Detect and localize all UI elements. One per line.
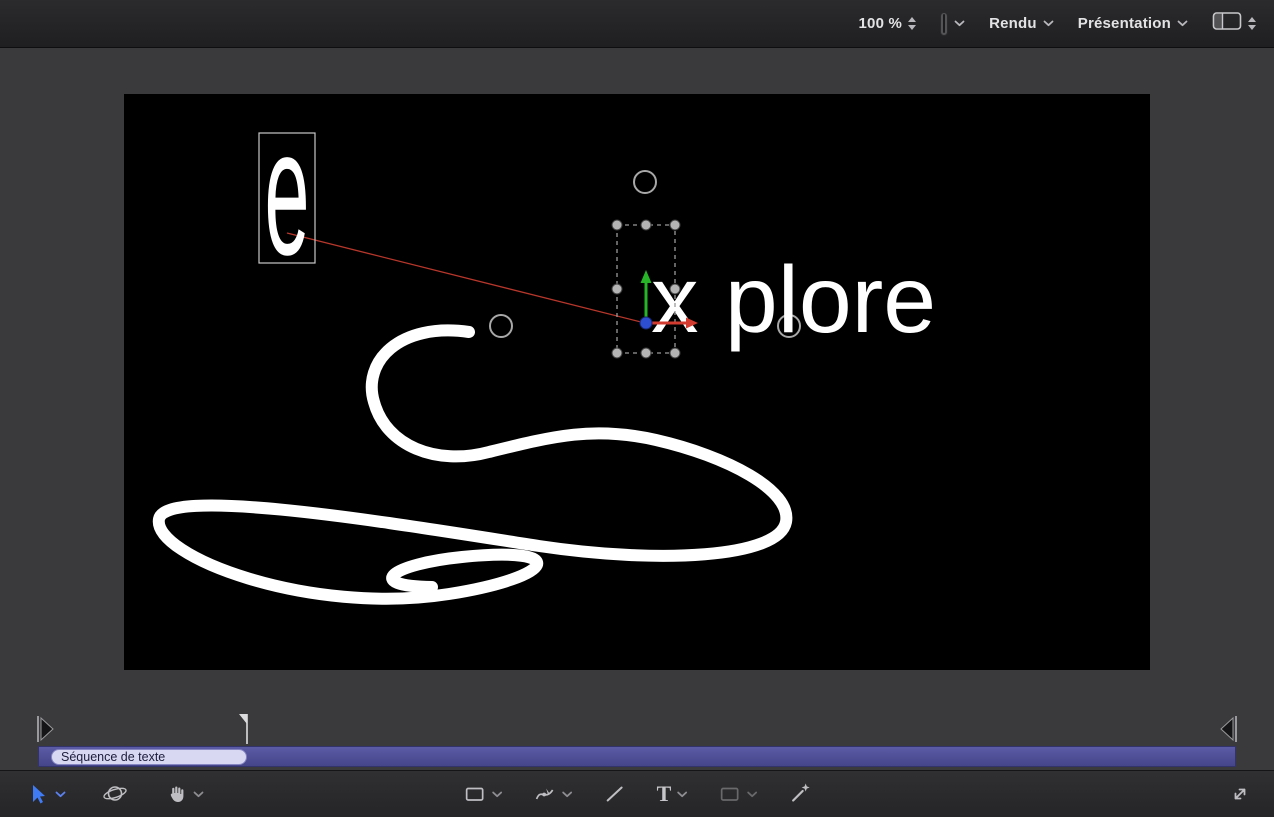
rectangle-tool-button[interactable] (463, 782, 503, 806)
line-icon (603, 782, 627, 806)
title-text[interactable]: x plore (651, 247, 936, 353)
text-tool-button[interactable]: T (657, 783, 688, 805)
hand-icon (164, 782, 188, 806)
y-axis-arrowhead (641, 270, 652, 283)
anchor-point[interactable] (640, 317, 652, 329)
mask-rectangle-icon (717, 782, 741, 806)
chevron-down-icon (55, 791, 66, 798)
sequence-label-box[interactable]: Séquence de texte (51, 749, 247, 765)
expand-arrows-icon (1228, 782, 1252, 806)
render-dropdown[interactable]: Rendu (989, 15, 1054, 32)
zoom-stepper[interactable] (908, 17, 916, 30)
transform-3d-tool-button[interactable] (102, 782, 128, 806)
channel-dropdown[interactable] (940, 12, 965, 36)
pan-tool-button[interactable] (164, 782, 204, 806)
top-toolbar: 100 % Rendu Présentation (0, 0, 1274, 48)
motion-path-line (287, 233, 645, 323)
zoom-control[interactable]: 100 % (859, 15, 917, 32)
timeline-bar[interactable]: Séquence de texte (38, 746, 1236, 767)
rectangle-icon (463, 782, 487, 806)
mask-tool-button[interactable] (717, 782, 757, 806)
chevron-down-icon (1177, 20, 1188, 27)
out-marker[interactable] (1221, 716, 1236, 742)
bottom-toolbar: T (0, 770, 1274, 817)
render-label: Rendu (989, 15, 1037, 32)
chevron-down-icon (746, 791, 757, 798)
view-dropdown[interactable]: Présentation (1078, 15, 1188, 32)
layout-stepper[interactable] (1248, 17, 1256, 30)
stepper-up-icon (1248, 17, 1256, 22)
chevron-down-icon (492, 791, 503, 798)
canvas-viewport[interactable]: e x plore (124, 94, 1150, 670)
window-layout-icon (1212, 11, 1242, 36)
select-arrow-icon (26, 782, 50, 806)
orbit-icon (102, 782, 128, 806)
select-tool-button[interactable] (26, 782, 66, 806)
chevron-down-icon (562, 791, 573, 798)
paint-stroke-tool-button[interactable] (787, 782, 811, 806)
workspace: e x plore (0, 48, 1274, 710)
paint-stroke-icon (787, 782, 811, 806)
bezier-tool-button[interactable] (533, 782, 573, 806)
layout-control[interactable] (1212, 11, 1256, 36)
control-point-circle[interactable] (634, 171, 656, 193)
stepper-down-icon (908, 25, 916, 30)
stepper-down-icon (1248, 25, 1256, 30)
flourish-stroke[interactable] (159, 330, 787, 598)
stepper-up-icon (908, 17, 916, 22)
floating-letter[interactable]: e (264, 94, 309, 293)
mini-timeline: Séquence de texte (0, 710, 1274, 770)
chevron-down-icon (1043, 20, 1054, 27)
text-tool-icon: T (657, 783, 672, 805)
expand-view-button[interactable] (1228, 782, 1252, 806)
color-well-icon (940, 12, 948, 36)
bezier-curve-icon (533, 782, 557, 806)
sequence-label: Séquence de texte (61, 750, 165, 764)
line-tool-button[interactable] (603, 782, 627, 806)
chevron-down-icon (676, 791, 687, 798)
chevron-down-icon (954, 20, 965, 27)
zoom-value: 100 % (859, 15, 903, 32)
chevron-down-icon (193, 791, 204, 798)
motion-window: 100 % Rendu Présentation (0, 0, 1274, 817)
control-point-circle[interactable] (490, 315, 512, 337)
in-marker[interactable] (38, 716, 53, 742)
playhead[interactable] (239, 714, 247, 744)
view-label: Présentation (1078, 15, 1171, 32)
